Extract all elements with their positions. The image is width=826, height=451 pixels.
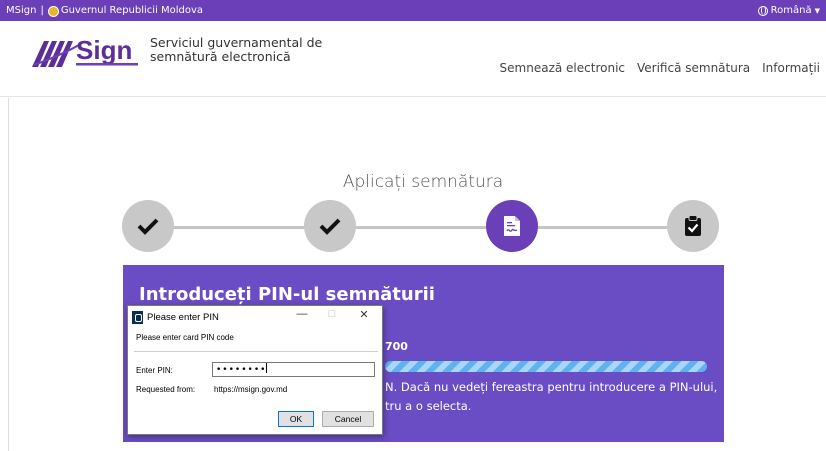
step-4 <box>667 200 719 252</box>
step-3 <box>486 200 538 252</box>
tagline-line-2: semnătură electronică <box>150 49 291 64</box>
globe-icon <box>757 5 768 16</box>
msign-logo[interactable]: Sign <box>30 29 142 71</box>
moldova-emblem-icon <box>47 6 59 17</box>
nav-sign[interactable]: Semnează electronic <box>500 61 625 75</box>
maximize-button[interactable]: □ <box>318 308 346 320</box>
pin-input[interactable]: •••••••• <box>212 362 375 377</box>
topbar-separator: | <box>40 5 44 16</box>
instruction-line-2: tru a o selecta. <box>385 399 472 413</box>
tagline-line-1: Serviciul guvernamental de <box>150 35 323 50</box>
top-bar: MSign | Guvernul Republicii Moldova Româ… <box>0 0 826 21</box>
check-icon <box>137 218 159 235</box>
logo-wordmark: Sign <box>76 35 132 65</box>
card-serial: 700 <box>385 340 408 353</box>
cancel-button[interactable]: Cancel <box>322 411 374 427</box>
step-1 <box>122 200 174 252</box>
site-header: Sign Serviciul guvernamental de semnătur… <box>0 21 826 97</box>
main-nav: Semnează electronic Verifică semnătura I… <box>488 61 820 75</box>
page-title: Aplicați semnătura <box>342 172 504 192</box>
caret-down-icon: ▼ <box>814 6 820 15</box>
requested-from-value: https://msign.gov.md <box>214 385 288 394</box>
nav-verify[interactable]: Verifică semnătura <box>637 61 750 75</box>
progress-bar <box>385 361 707 372</box>
pin-dialog: Please enter PIN — □ ✕ Please enter card… <box>127 305 383 435</box>
close-button[interactable]: ✕ <box>350 308 378 321</box>
stepper-line <box>160 226 690 229</box>
check-icon <box>319 218 341 235</box>
language-label: Română <box>770 5 812 16</box>
gov-link[interactable]: Guvernul Republicii Moldova <box>61 5 203 16</box>
clipboard-check-icon <box>685 215 701 236</box>
site-name[interactable]: MSign <box>6 5 36 16</box>
requested-from-label: Requested from: <box>136 385 196 394</box>
step-2 <box>304 200 356 252</box>
site-tagline: Serviciul guvernamental de semnătură ele… <box>150 36 322 64</box>
pin-panel-heading: Introduceți PIN-ul semnăturii <box>139 284 435 305</box>
minimize-button[interactable]: — <box>288 308 316 320</box>
dialog-divider <box>134 351 378 352</box>
pin-input-value: •••••••• <box>216 365 267 375</box>
text-cursor <box>266 363 268 373</box>
document-signature-icon <box>504 216 520 236</box>
language-selector[interactable]: Română ▼ <box>757 0 820 21</box>
pin-app-icon <box>132 310 143 324</box>
dialog-title: Please enter PIN <box>147 311 219 323</box>
nav-info[interactable]: Informații <box>762 61 820 75</box>
pin-label: Enter PIN: <box>136 366 173 375</box>
pin-instructions: N. Dacă nu vedeți fereastra pentru intro… <box>385 378 717 416</box>
dialog-prompt: Please enter card PIN code <box>136 333 234 342</box>
ok-button[interactable]: OK <box>278 411 314 427</box>
instruction-line-1: N. Dacă nu vedeți fereastra pentru intro… <box>385 380 718 394</box>
